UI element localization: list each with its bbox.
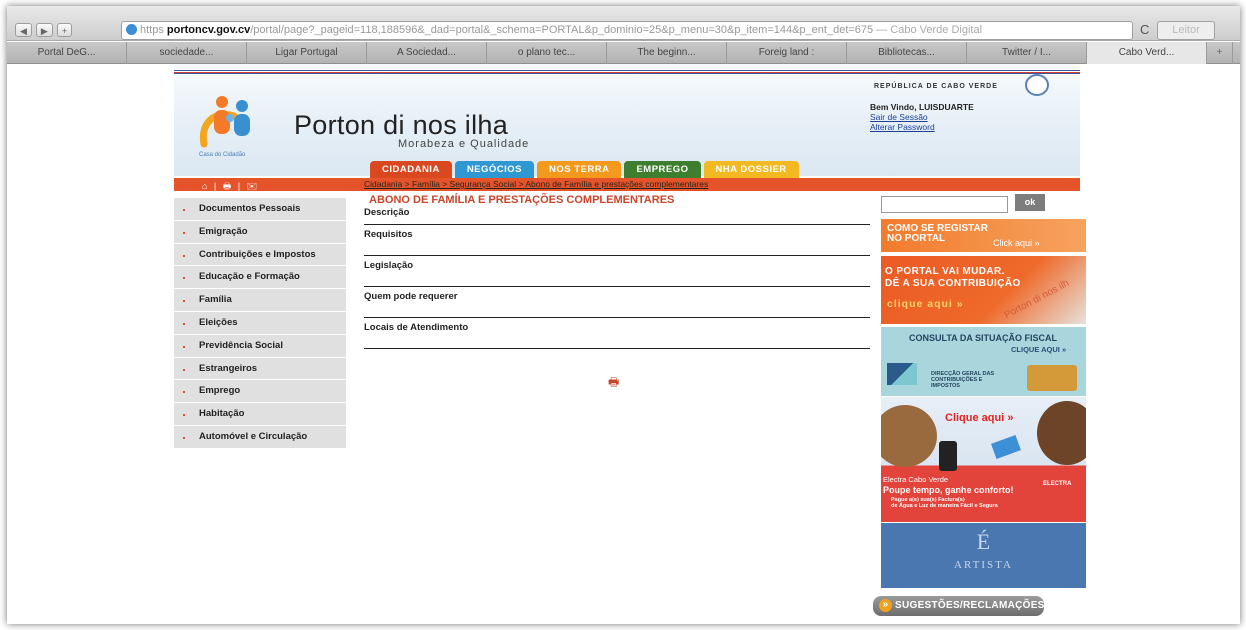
main-tab-1[interactable]: NEGÓCIOS (454, 161, 535, 178)
main-tab-2[interactable]: NOS TERRA (537, 161, 622, 178)
tax-status-cta: CLIQUE AQUI » (1011, 345, 1067, 354)
contribute-banner-cta: clique aqui » (887, 298, 964, 310)
flag-stripe (174, 70, 1080, 74)
browser-tab[interactable]: Ligar Portugal (247, 42, 367, 64)
sidebar-item[interactable]: Emigração (174, 220, 346, 244)
section-header[interactable]: Descrição (364, 207, 870, 225)
browser-tab[interactable]: A Sociedad... (367, 42, 487, 64)
globe-icon (126, 24, 137, 35)
republic-label: REPÚBLICA DE CABO VERDE (874, 83, 998, 90)
address-toolbar: ◀ ▶ + https portoncv.gov.cv/portal/page?… (7, 6, 1240, 41)
site-title: Porton di nos ilha (294, 110, 509, 140)
sidebar-item[interactable]: Educação e Formação (174, 266, 346, 290)
browser-tab[interactable]: Bibliotecas... (847, 42, 967, 64)
portal-page: Porton di nos ilha Morabeza e Qualidade … (174, 64, 1086, 624)
sidebar-item[interactable]: Automóvel e Circulação (174, 425, 346, 449)
logout-link[interactable]: Sair de Sessão (870, 112, 974, 122)
tax-status-org: DIRECÇÃO GERAL DAS CONTRIBUIÇÕES E IMPOS… (931, 371, 995, 389)
contribute-line-1: O PORTAL VAI MUDAR. (885, 266, 1005, 277)
dgci-logo-icon (887, 363, 917, 385)
electra-cta: Clique aqui » (945, 412, 1014, 424)
section-header[interactable]: Requisitos (364, 225, 870, 256)
section-header[interactable]: Quem pode requerer (364, 287, 870, 318)
sidebar-item[interactable]: Habitação (174, 403, 346, 426)
reader-button[interactable]: Leitor (1157, 21, 1215, 40)
sidebar-item[interactable]: Documentos Pessoais (174, 198, 346, 221)
url-field[interactable]: https portoncv.gov.cv/portal/page?_pagei… (121, 21, 1133, 40)
browser-window: ◀ ▶ + https portoncv.gov.cv/portal/page?… (7, 6, 1240, 624)
person-photo (1037, 401, 1086, 465)
page-title: ABONO DE FAMÍLIA E PRESTAÇÕES COMPLEMENT… (369, 194, 675, 206)
portal-logo (199, 96, 250, 148)
forward-button[interactable]: ▶ (35, 23, 53, 37)
phone-icon (939, 441, 957, 471)
main-nav: CIDADANIA NEGÓCIOS NOS TERRA EMPREGO NHA DOS… (370, 161, 799, 178)
url-path: /portal/page?_pageid=118,188596&_dad=por… (250, 24, 874, 36)
tab-bar: Portal DeG... sociedade... Ligar Portugal A… (7, 42, 1240, 64)
coat-of-arms-icon (1025, 74, 1049, 96)
sidebar-item[interactable]: Emprego (174, 380, 346, 404)
main-tab-0[interactable]: CIDADANIA (370, 161, 452, 178)
browser-tab[interactable]: Portal DeG... (7, 42, 127, 64)
browser-tab[interactable]: Cabo Verd... (1087, 42, 1207, 64)
browser-tab[interactable]: The beginn... (607, 42, 727, 64)
user-panel: Bem Vindo, LUISDUARTE Sair de Sessão Alt… (870, 102, 974, 132)
folder-icon (1027, 365, 1077, 391)
sidebar-item[interactable]: Família (174, 289, 346, 312)
sidebar-item[interactable]: Eleições (174, 311, 346, 335)
browser-tab[interactable]: Foreig land : (727, 42, 847, 64)
main-tab-4[interactable]: NHA DOSSIER (703, 161, 799, 178)
electra-headline: Poupe tempo, ganhe conforto! (883, 485, 1014, 495)
artist-banner[interactable]: É ARTISTA (881, 523, 1086, 588)
register-line-2: NO PORTAL (887, 233, 946, 244)
search-ok-button[interactable]: ok (1015, 194, 1045, 211)
reload-icon[interactable]: C (1140, 22, 1149, 37)
main-tab-3[interactable]: EMPREGO (624, 161, 701, 178)
site-tagline: Morabeza e Qualidade (398, 138, 530, 150)
section-header[interactable]: Legislação (364, 256, 870, 287)
main-content: ABONO DE FAMÍLIA E PRESTAÇÕES COMPLEMENT… (364, 193, 870, 389)
logo-caption: Casa do Cidadão (199, 152, 246, 158)
person-photo (881, 405, 937, 467)
welcome-text: Bem Vindo, LUISDUARTE (870, 102, 974, 112)
artist-banner-small: ARTISTA (954, 559, 1013, 571)
url-host: portoncv.gov.cv (166, 24, 251, 36)
electra-brand: Electra Cabo Verde (883, 475, 949, 484)
site-header: Porton di nos ilha Morabeza e Qualidade … (174, 64, 1080, 178)
electra-subtext: Pague a(s) sua(s) Factura(s) de Água e L… (891, 497, 998, 509)
tax-status-title: CONSULTA DA SITUAÇÃO FISCAL (909, 333, 1057, 343)
credit-card-icon (991, 435, 1021, 459)
page-title-inline: — Cabo Verde Digital (873, 24, 983, 36)
sidebar-item[interactable]: Previdência Social (174, 334, 346, 358)
artist-banner-big: É (976, 529, 991, 554)
search-input[interactable] (881, 196, 1008, 213)
sidebar-item[interactable]: Contribuições e Impostos (174, 243, 346, 267)
electra-banner[interactable]: Clique aqui » Electra Cabo Verde Poupe t… (881, 397, 1086, 522)
back-button[interactable]: ◀ (15, 23, 32, 37)
print-icon[interactable]: 🖶 (608, 373, 619, 394)
home-print-mail-icons[interactable]: ⌂ | 🖶 | ✉ (202, 179, 259, 195)
electra-logo: ELECTRA (1043, 481, 1072, 487)
browser-tab[interactable]: sociedade... (127, 42, 247, 64)
contribute-banner-title: O PORTAL VAI MUDAR. DÊ A SUA CONTRIBUIÇÃO (885, 266, 1021, 290)
sidebar-item[interactable]: Estrangeiros (174, 357, 346, 381)
register-banner-title: COMO SE REGISTAR NO PORTAL (887, 224, 988, 244)
add-bookmark-button[interactable]: + (56, 23, 73, 37)
url-scheme: https (140, 24, 164, 36)
suggestions-button[interactable]: SUGESTÕES/RECLAMAÇÕES (873, 596, 1044, 616)
browser-tab[interactable]: o plano tec... (487, 42, 607, 64)
contribute-banner[interactable]: O PORTAL VAI MUDAR. DÊ A SUA CONTRIBUIÇÃO… (881, 256, 1086, 324)
browser-tab[interactable]: Twitter / I... (967, 42, 1087, 64)
breadcrumb[interactable]: Cidadania > Família > Segurança Social >… (364, 178, 708, 191)
tax-status-banner[interactable]: CONSULTA DA SITUAÇÃO FISCAL CLIQUE AQUI … (881, 327, 1086, 396)
nav-buttons: ◀ ▶ + (15, 23, 73, 37)
contribute-line-2: DÊ A SUA CONTRIBUIÇÃO (885, 278, 1021, 289)
register-banner-cta: Click aqui » (993, 238, 1040, 248)
register-banner[interactable]: COMO SE REGISTAR NO PORTAL Click aqui » (881, 219, 1086, 252)
change-password-link[interactable]: Alterar Password (870, 122, 974, 132)
new-tab-button[interactable]: + (1207, 42, 1233, 64)
sidebar-menu: Documentos Pessoais Emigração Contribuiçõe… (174, 198, 346, 449)
section-header[interactable]: Locais de Atendimento (364, 318, 870, 349)
